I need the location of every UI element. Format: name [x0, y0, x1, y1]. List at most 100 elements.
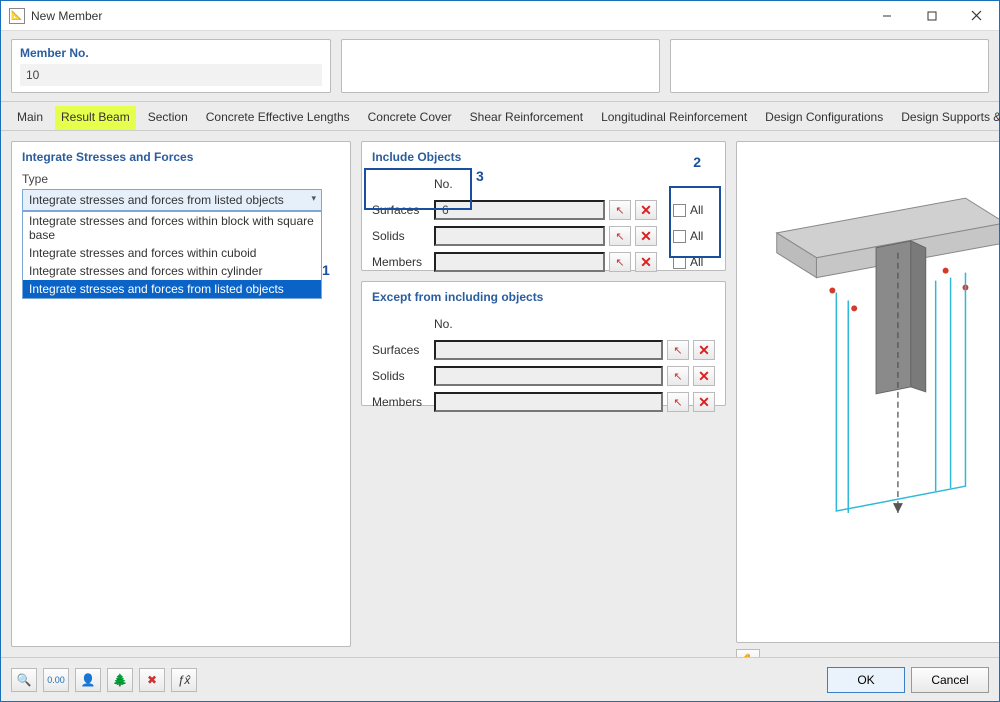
tree-button[interactable]: 🌲 [107, 668, 133, 692]
except-title: Except from including objects [372, 290, 715, 304]
tree-icon: 🌲 [113, 673, 128, 687]
header-panel-2 [341, 39, 660, 93]
type-option-selected[interactable]: Integrate stresses and forces from liste… [23, 280, 321, 298]
header-block: Member No. [1, 31, 999, 102]
pick-except-solids-button[interactable]: ↖ [667, 366, 689, 386]
app-icon: 📐 [9, 8, 25, 24]
integrate-title: Integrate Stresses and Forces [22, 150, 340, 164]
tab-result-beam[interactable]: Result Beam [55, 106, 136, 130]
clear-except-surfaces-button[interactable]: ✕ [693, 340, 715, 360]
cancel-button[interactable]: Cancel [911, 667, 989, 693]
except-members-input[interactable] [434, 392, 663, 412]
surfaces-label: Surfaces [372, 203, 430, 217]
except-surfaces-input[interactable] [434, 340, 663, 360]
tab-shear-reinforcement[interactable]: Shear Reinforcement [464, 106, 589, 130]
member-no-panel: Member No. [11, 39, 331, 93]
clear-icon: ✕ [698, 368, 710, 385]
include-objects-panel: Include Objects 2 3 No. Surfaces [361, 141, 726, 271]
close-button[interactable] [954, 1, 999, 31]
clear-icon: ✕ [698, 342, 710, 359]
pick-except-surfaces-button[interactable]: ↖ [667, 340, 689, 360]
help-button[interactable]: 🔍 [11, 668, 37, 692]
tab-concrete-cover[interactable]: Concrete Cover [362, 106, 458, 130]
preview-tool-button[interactable]: ✋ [736, 649, 760, 657]
tab-design-configurations[interactable]: Design Configurations [759, 106, 889, 130]
annotation-3: 3 [476, 168, 484, 184]
magnifier-icon: 🔍 [17, 673, 32, 687]
section-preview-icon [737, 142, 999, 642]
decimal-icon: 0.00 [47, 675, 65, 685]
pick-surfaces-button[interactable]: ↖ [609, 200, 631, 220]
pick-icon: ↖ [673, 370, 682, 383]
surfaces-input[interactable] [434, 200, 605, 220]
fx-icon: ƒx̂ [178, 673, 191, 687]
except-members-label: Members [372, 395, 430, 409]
tab-design-supports-deflection[interactable]: Design Supports & Deflection [895, 106, 1000, 130]
maximize-icon [927, 11, 937, 21]
pick-icon: ↖ [615, 256, 624, 269]
type-option[interactable]: Integrate stresses and forces within cyl… [23, 262, 321, 280]
solids-input[interactable] [434, 226, 605, 246]
view-button[interactable]: 👤 [75, 668, 101, 692]
clear-except-solids-button[interactable]: ✕ [693, 366, 715, 386]
members-input[interactable] [434, 252, 605, 272]
person-icon: 👤 [81, 673, 96, 687]
type-option[interactable]: Integrate stresses and forces within blo… [23, 212, 321, 244]
except-objects-panel: Except from including objects No. Surfac… [361, 281, 726, 406]
except-solids-input[interactable] [434, 366, 663, 386]
ok-button[interactable]: OK [827, 667, 905, 693]
clear-solids-button[interactable]: ✕ [635, 226, 657, 246]
type-select[interactable]: Integrate stresses and forces from liste… [22, 189, 322, 211]
include-title: Include Objects [372, 150, 715, 164]
pick-icon: ↖ [615, 204, 624, 217]
except-surfaces-label: Surfaces [372, 343, 430, 357]
unpick-button[interactable]: ✖ [139, 668, 165, 692]
except-solids-label: Solids [372, 369, 430, 383]
members-all-checkbox[interactable]: All [673, 255, 715, 269]
clear-except-members-button[interactable]: ✕ [693, 392, 715, 412]
clear-icon: ✕ [640, 228, 652, 245]
maximize-button[interactable] [909, 1, 954, 31]
tab-strip: Main Result Beam Section Concrete Effect… [1, 102, 999, 131]
content-area: Integrate Stresses and Forces Type Integ… [1, 131, 999, 657]
no-header: No. [434, 177, 464, 191]
clear-icon: ✕ [698, 394, 710, 411]
pick-members-button[interactable]: ↖ [609, 252, 631, 272]
clear-surfaces-button[interactable]: ✕ [635, 200, 657, 220]
tab-concrete-effective-lengths[interactable]: Concrete Effective Lengths [200, 106, 356, 130]
titlebar: 📐 New Member [1, 1, 999, 31]
preview-panel [736, 141, 999, 643]
pick-icon: ↖ [673, 396, 682, 409]
type-options-list[interactable]: Integrate stresses and forces within blo… [22, 211, 322, 299]
bottom-toolbar: 🔍 0.00 👤 🌲 ✖ ƒx̂ OK Cancel [1, 657, 999, 701]
pick-icon: ↖ [673, 344, 682, 357]
solids-all-checkbox[interactable]: All [673, 229, 715, 243]
minimize-icon [882, 11, 892, 21]
solids-label: Solids [372, 229, 430, 243]
integrate-panel: Integrate Stresses and Forces Type Integ… [11, 141, 351, 647]
tab-main[interactable]: Main [11, 106, 49, 130]
fx-button[interactable]: ƒx̂ [171, 668, 197, 692]
pick-solids-button[interactable]: ↖ [609, 226, 631, 246]
tab-section[interactable]: Section [142, 106, 194, 130]
unpick-icon: ✖ [147, 673, 157, 687]
no-header: No. [434, 317, 464, 331]
member-no-input[interactable] [20, 64, 322, 86]
clear-members-button[interactable]: ✕ [635, 252, 657, 272]
pick-except-members-button[interactable]: ↖ [667, 392, 689, 412]
close-icon [971, 10, 982, 21]
annotation-2: 2 [693, 154, 701, 170]
surfaces-all-checkbox[interactable]: All [673, 203, 715, 217]
clear-icon: ✕ [640, 254, 652, 271]
member-no-label: Member No. [20, 46, 322, 60]
pick-icon: ↖ [615, 230, 624, 243]
clear-icon: ✕ [640, 202, 652, 219]
type-label: Type [22, 172, 340, 186]
minimize-button[interactable] [864, 1, 909, 31]
tab-longitudinal-reinforcement[interactable]: Longitudinal Reinforcement [595, 106, 753, 130]
type-option[interactable]: Integrate stresses and forces within cub… [23, 244, 321, 262]
header-panel-3 [670, 39, 989, 93]
window-title: New Member [31, 9, 102, 23]
units-button[interactable]: 0.00 [43, 668, 69, 692]
annotation-1: 1 [322, 262, 330, 278]
